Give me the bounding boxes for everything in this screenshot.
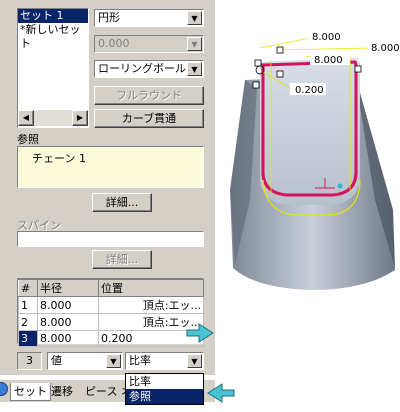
radius-dropdown-value: 0.000 [98,37,130,50]
dimension-label-2[interactable]: 8.000 [371,43,400,54]
tab-transition[interactable]: 遷移 [48,383,76,400]
tab-piece[interactable]: ピース [82,383,120,400]
radius-cell[interactable]: 8.000 [37,330,99,347]
ratio-option-reference[interactable]: 参照 [126,389,203,404]
arrow-left-icon[interactable]: ◀ [18,110,34,126]
spine-field[interactable] [17,231,204,247]
table-row[interactable]: 1 8.000 頂点:エッ... [18,296,204,314]
model-viewport[interactable]: 8.000 8.000 8.000 0.200 [215,0,400,390]
column-header-position[interactable]: 位置 [98,279,204,297]
full-round-button[interactable]: フルラウンド [94,86,204,105]
shape-dropdown[interactable]: 円形 ▼ [94,9,204,27]
radius-table[interactable]: # 半径 位置 1 8.000 頂点:エッ... 2 8.000 頂点:エッ..… [17,278,204,347]
value-dropdown[interactable]: 値 ▼ [47,352,123,370]
set-item-new[interactable]: *新しいセット [18,23,88,50]
model-view: 8.000 8.000 8.000 0.200 [230,30,400,290]
arrow-right-icon[interactable]: ▶ [72,110,88,126]
details-spine-button[interactable]: 詳細... [92,250,152,269]
value-dropdown-value: 値 [51,354,62,367]
table-row[interactable]: 2 8.000 頂点:エッ... [18,313,204,331]
triangle-down-icon[interactable]: ▼ [187,354,202,368]
references-list[interactable]: チェーン 1 [17,146,204,188]
cyan-pointer-icon [186,323,214,343]
radius-cell[interactable]: 8.000 [37,296,99,314]
ratio-dropdown[interactable]: 比率 ▼ [125,352,204,370]
sets-scrollbar[interactable]: ◀ ▶ [18,110,88,126]
tab-set[interactable]: セット [10,383,51,401]
cyan-pointer-icon [207,383,235,403]
references-label: 参照 [17,133,39,146]
through-curve-button[interactable]: カーブ貫通 [94,109,204,128]
column-header-number[interactable]: # [18,279,38,297]
shape-dropdown-value: 円形 [98,11,120,24]
method-dropdown[interactable]: ローリングボール ▼ [94,60,204,78]
dimension-label-3[interactable]: 8.000 [314,55,343,66]
method-dropdown-value: ローリングボール [98,62,186,75]
column-header-radius[interactable]: 半径 [37,279,99,297]
reference-item-chain-1[interactable]: チェーン 1 [18,147,203,166]
triangle-down-icon[interactable]: ▼ [106,354,121,368]
model-top-face [260,58,360,205]
dimension-label-1[interactable]: 8.000 [312,32,341,43]
set-item-1[interactable]: セット 1 [18,9,88,23]
triangle-down-icon[interactable]: ▼ [187,62,202,76]
table-row[interactable]: 3 8.000 0.200 [18,330,204,347]
fillet-settings-panel: セット 1 *新しいセット ◀ ▶ 円形 ▼ 0.000 ▼ ローリングボール … [0,0,215,375]
row-number-field[interactable]: 3 [17,352,42,370]
radius-cell[interactable]: 8.000 [37,313,99,331]
ratio-option-ratio[interactable]: 比率 [126,374,203,389]
ratio-options-list[interactable]: 比率 参照 [125,373,204,405]
position-cell[interactable]: 頂点:エッ... [98,296,204,314]
details-references-button[interactable]: 詳細... [92,193,152,212]
row-number: 2 [18,313,38,331]
ratio-dropdown-value: 比率 [129,354,151,367]
dimension-label-4[interactable]: 0.200 [295,85,324,96]
radius-dropdown[interactable]: 0.000 ▼ [94,35,204,53]
triangle-down-icon[interactable]: ▼ [187,11,202,25]
row-number: 1 [18,296,38,314]
row-number: 3 [18,330,38,347]
triangle-down-icon[interactable]: ▼ [187,37,202,51]
